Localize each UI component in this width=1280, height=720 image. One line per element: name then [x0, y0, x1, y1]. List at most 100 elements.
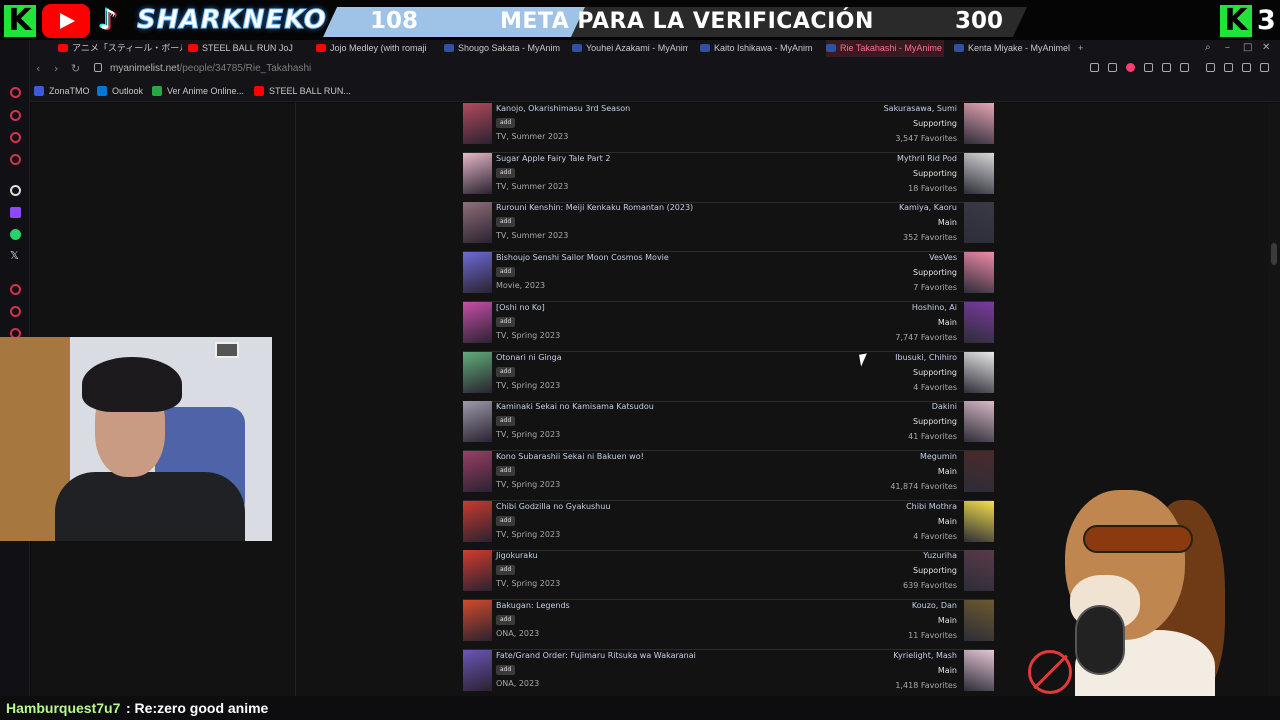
menu-icon[interactable]	[1260, 63, 1269, 72]
download-icon[interactable]	[1242, 63, 1251, 72]
add-to-list-button[interactable]: add	[496, 367, 516, 377]
character-name-link[interactable]: Ibusuki, Chihiro	[895, 353, 957, 363]
browser-tab[interactable]: Kenta Miyake - MyAnimel	[954, 40, 1070, 57]
character-image[interactable]	[964, 451, 994, 492]
minimize-icon[interactable]: –	[1225, 42, 1230, 54]
character-name-link[interactable]: Kouzo, Dan	[912, 601, 957, 611]
history-icon[interactable]	[10, 306, 21, 317]
character-name-link[interactable]: Sakurasawa, Sumi	[884, 104, 957, 114]
anime-cover-image[interactable]	[463, 302, 492, 343]
new-tab-button[interactable]: +	[1074, 40, 1090, 57]
sidebar-app-icon[interactable]	[10, 284, 21, 295]
anime-cover-image[interactable]	[463, 550, 492, 591]
character-image[interactable]	[964, 352, 994, 393]
character-name-link[interactable]: Kyrielight, Mash	[893, 651, 957, 661]
character-image[interactable]	[964, 550, 994, 591]
favorites-icon[interactable]	[1180, 63, 1189, 72]
anime-cover-image[interactable]	[463, 252, 492, 293]
anime-cover-image[interactable]	[463, 650, 492, 691]
character-image[interactable]	[964, 153, 994, 194]
anime-cover-image[interactable]	[463, 600, 492, 641]
character-name-link[interactable]: Dakini	[932, 402, 957, 412]
character-name-link[interactable]: Yuzuriha	[923, 551, 957, 561]
browser-tab[interactable]: Youhei Azakami - MyAnim	[572, 40, 688, 57]
anime-cover-image[interactable]	[463, 103, 492, 144]
sidebar-app-icon[interactable]	[10, 154, 21, 165]
twitch-icon[interactable]	[10, 207, 21, 218]
anime-title-link[interactable]: Fate/Grand Order: Fujimaru Ritsuka wa Wa…	[496, 651, 696, 661]
extensions-icon[interactable]	[1206, 63, 1215, 72]
bookmark-icon[interactable]	[1090, 63, 1099, 72]
back-button[interactable]: ‹	[36, 62, 40, 75]
character-image[interactable]	[964, 401, 994, 442]
character-name-link[interactable]: Chibi Mothra	[906, 502, 957, 512]
close-icon[interactable]: ✕	[1262, 42, 1270, 54]
sidebar-app-icon[interactable]	[10, 110, 21, 121]
translate-icon[interactable]	[1144, 63, 1153, 72]
anime-title-link[interactable]: Kaminaki Sekai no Kamisama Katsudou	[496, 402, 654, 412]
reload-button[interactable]: ↻	[71, 62, 80, 75]
character-name-link[interactable]: Hoshino, Ai	[912, 303, 957, 313]
browser-tab[interactable]: アニメ「スティール・ボール・ラン	[58, 40, 182, 57]
browser-tab-active[interactable]: Rie Takahashi - MyAnime	[826, 40, 944, 57]
add-to-list-button[interactable]: add	[496, 416, 516, 426]
url-field[interactable]: myanimelist.net/people/34785/Rie_Takahas…	[110, 62, 311, 75]
anime-cover-image[interactable]	[463, 153, 492, 194]
add-to-list-button[interactable]: add	[496, 317, 516, 327]
character-image[interactable]	[964, 600, 994, 641]
character-image[interactable]	[964, 202, 994, 243]
character-image[interactable]	[964, 103, 994, 144]
anime-cover-image[interactable]	[463, 401, 492, 442]
screenshot-icon[interactable]	[1108, 63, 1117, 72]
chatgpt-icon[interactable]	[10, 185, 21, 196]
anime-title-link[interactable]: Chibi Godzilla no Gyakushuu	[496, 502, 610, 512]
anime-title-link[interactable]: Jigokuraku	[496, 551, 538, 561]
bookmark-steel-ball-run[interactable]: STEEL BALL RUN...	[254, 85, 351, 97]
scrollbar-thumb[interactable]	[1271, 243, 1277, 265]
snapshot-icon[interactable]	[1224, 63, 1233, 72]
anime-cover-image[interactable]	[463, 451, 492, 492]
anime-title-link[interactable]: Kono Subarashii Sekai ni Bakuen wo!	[496, 452, 644, 462]
character-image[interactable]	[964, 252, 994, 293]
character-image[interactable]	[964, 302, 994, 343]
add-to-list-button[interactable]: add	[496, 615, 516, 625]
add-to-list-button[interactable]: add	[496, 267, 516, 277]
add-to-list-button[interactable]: add	[496, 217, 516, 227]
character-name-link[interactable]: VesVes	[929, 253, 957, 263]
anime-title-link[interactable]: Kanojo, Okarishimasu 3rd Season	[496, 104, 630, 114]
bookmark-ver-anime[interactable]: Ver Anime Online...	[152, 85, 244, 97]
anime-title-link[interactable]: Sugar Apple Fairy Tale Part 2	[496, 154, 610, 164]
character-name-link[interactable]: Mythril Rid Pod	[897, 154, 957, 164]
anime-title-link[interactable]: Rurouni Kenshin: Meiji Kenkaku Romantan …	[496, 203, 693, 213]
add-to-list-button[interactable]: add	[496, 565, 516, 575]
anime-cover-image[interactable]	[463, 352, 492, 393]
anime-title-link[interactable]: Otonari ni Ginga	[496, 353, 562, 363]
play-icon[interactable]	[1162, 63, 1171, 72]
whatsapp-icon[interactable]	[10, 229, 21, 240]
browser-tab[interactable]: STEEL BALL RUN JoJ	[188, 40, 304, 57]
heart-icon[interactable]	[1126, 63, 1135, 72]
opera-sidebar-icon[interactable]	[10, 87, 21, 98]
sidebar-app-icon[interactable]	[10, 132, 21, 143]
maximize-icon[interactable]: □	[1243, 42, 1252, 54]
browser-tab[interactable]: Jojo Medley (with romaji	[316, 40, 432, 57]
anime-title-link[interactable]: [Oshi no Ko]	[496, 303, 545, 313]
anime-cover-image[interactable]	[463, 202, 492, 243]
anime-title-link[interactable]: Bishoujo Senshi Sailor Moon Cosmos Movie	[496, 253, 669, 263]
x-twitter-icon[interactable]: 𝕏	[10, 250, 19, 262]
add-to-list-button[interactable]: add	[496, 516, 516, 526]
anime-cover-image[interactable]	[463, 501, 492, 542]
anime-title-link[interactable]: Bakugan: Legends	[496, 601, 570, 611]
browser-tab[interactable]: Shougo Sakata - MyAnim	[444, 40, 560, 57]
character-name-link[interactable]: Kamiya, Kaoru	[899, 203, 957, 213]
browser-tab[interactable]: Kaito Ishikawa - MyAnim	[700, 40, 816, 57]
character-image[interactable]	[964, 650, 994, 691]
add-to-list-button[interactable]: add	[496, 168, 516, 178]
bookmark-zonatmo[interactable]: ZonaTMO	[34, 85, 90, 97]
add-to-list-button[interactable]: add	[496, 665, 516, 675]
character-image[interactable]	[964, 501, 994, 542]
bookmark-outlook[interactable]: Outlook	[97, 85, 143, 97]
add-to-list-button[interactable]: add	[496, 118, 516, 128]
page-scrollbar[interactable]	[1268, 103, 1280, 720]
add-to-list-button[interactable]: add	[496, 466, 516, 476]
